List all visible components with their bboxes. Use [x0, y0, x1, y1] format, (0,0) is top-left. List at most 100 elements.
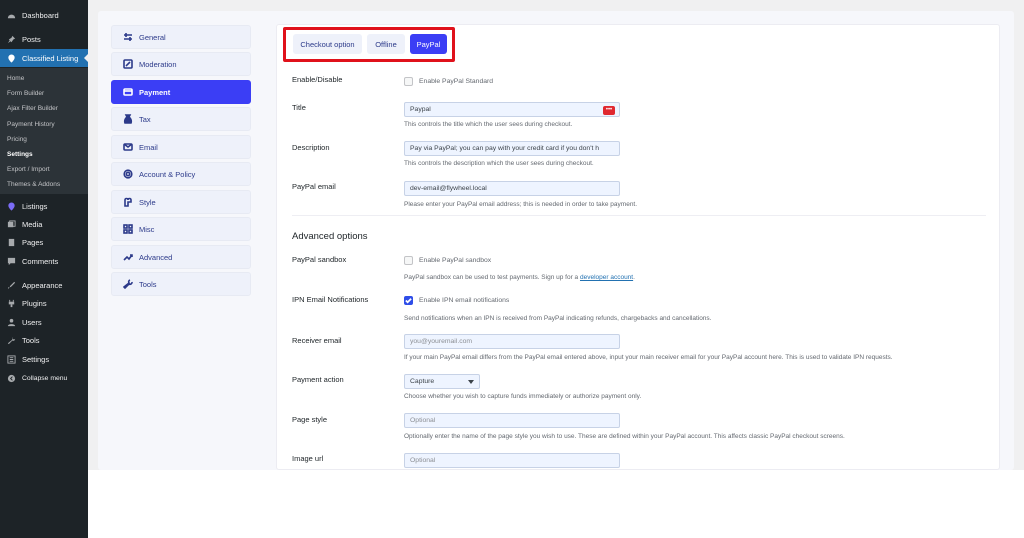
wp-menu-tools[interactable]: Tools — [0, 331, 88, 349]
bottom-area — [88, 470, 1024, 538]
tab-label: Checkout option — [300, 39, 355, 49]
settings-menu-payment[interactable]: Payment — [111, 80, 251, 104]
title-input-value: Paypal — [410, 106, 431, 113]
sandbox-label: PayPal sandbox — [292, 255, 347, 264]
wp-menu-label: Comments — [22, 256, 59, 266]
receiver-email-input[interactable]: you@youremail.com — [404, 334, 620, 349]
location-pin-icon — [6, 53, 16, 63]
wp-submenu-settings[interactable]: Settings — [7, 151, 33, 158]
wp-menu-label: Posts — [22, 34, 41, 44]
wp-submenu-home[interactable]: Home — [7, 75, 24, 82]
tab-checkout-option[interactable]: Checkout option — [293, 34, 362, 54]
settings-menu-account-policy[interactable]: Account & Policy — [111, 162, 251, 186]
gear-icon — [123, 169, 133, 179]
enable-paypal-row[interactable]: Enable PayPal Standard — [404, 77, 493, 86]
title-input[interactable]: Paypal ••• — [404, 102, 620, 117]
payment-action-value: Capture — [410, 378, 435, 385]
receiver-email-label: Receiver email — [292, 336, 342, 345]
wp-menu-label: Users — [22, 317, 42, 327]
wp-submenu-form-builder[interactable]: Form Builder — [7, 90, 44, 97]
settings-menu-label: Style — [139, 197, 156, 207]
description-label: Description — [292, 143, 330, 152]
settings-menu-style[interactable]: Style — [111, 190, 251, 214]
paypal-email-input[interactable]: dev-email@flywheel.local — [404, 181, 620, 196]
paypal-email-value: dev-email@flywheel.local — [410, 185, 487, 192]
title-help: This controls the title which the user s… — [404, 121, 573, 128]
wp-menu-appearance[interactable]: Appearance — [0, 276, 88, 294]
chevron-down-icon — [468, 380, 474, 384]
settings-menu-tools[interactable]: Tools — [111, 272, 251, 296]
payment-action-select[interactable]: Capture — [404, 374, 480, 389]
wp-menu-collapse[interactable]: Collapse menu — [0, 369, 88, 387]
wp-menu-label: Pages — [22, 237, 44, 247]
plugin-icon — [6, 298, 16, 308]
wrench-icon — [6, 335, 16, 345]
media-icon — [6, 219, 16, 229]
section-divider — [292, 215, 986, 216]
sandbox-help: PayPal sandbox can be used to test payme… — [404, 274, 635, 281]
settings-menu-label: Moderation — [139, 59, 177, 69]
content-card — [276, 24, 1000, 470]
wp-menu-classified-listing[interactable]: Classified Listing — [0, 49, 89, 67]
settings-menu-label: Account & Policy — [139, 169, 196, 179]
wp-menu-label: Media — [22, 219, 43, 229]
credit-card-icon — [123, 87, 133, 97]
payment-action-help: Choose whether you wish to capture funds… — [404, 393, 642, 400]
developer-account-link[interactable]: developer account — [580, 274, 633, 281]
description-help: This controls the description which the … — [404, 160, 594, 167]
tab-offline[interactable]: Offline — [367, 34, 405, 54]
wp-menu-users[interactable]: Users — [0, 313, 88, 331]
settings-menu-label: Email — [139, 142, 158, 152]
settings-menu-moderation[interactable]: Moderation — [111, 52, 251, 76]
image-url-input[interactable]: Optional — [404, 453, 620, 468]
wp-submenu-ajax-filter-builder[interactable]: Ajax Filter Builder — [7, 105, 58, 112]
payment-action-label: Payment action — [292, 375, 344, 384]
wp-menu-plugins[interactable]: Plugins — [0, 294, 88, 312]
settings-menu-label: General — [139, 32, 166, 42]
settings-menu-general[interactable]: General — [111, 25, 251, 49]
settings-menu-misc[interactable]: Misc — [111, 217, 251, 241]
password-manager-icon[interactable]: ••• — [603, 106, 615, 115]
wp-menu-listings[interactable]: Listings — [0, 197, 88, 215]
wp-menu-label: Listings — [22, 201, 48, 211]
settings-menu-label: Advanced — [139, 252, 173, 262]
wp-menu-comments[interactable]: Comments — [0, 252, 88, 270]
description-input[interactable]: Pay via PayPal; you can pay with your cr… — [404, 141, 620, 156]
ipn-row[interactable]: Enable IPN email notifications — [404, 296, 509, 305]
page-style-label: Page style — [292, 415, 328, 424]
settings-menu-tax[interactable]: Tax — [111, 107, 251, 131]
location-pin-icon — [6, 201, 16, 211]
sliders-icon — [123, 32, 133, 42]
wp-menu-media[interactable]: Media — [0, 215, 88, 233]
image-url-label: Image url — [292, 454, 324, 463]
wp-menu-settings[interactable]: Settings — [0, 350, 88, 368]
settings-menu-email[interactable]: Email — [111, 135, 251, 159]
paypal-email-help: Please enter your PayPal email address; … — [404, 201, 638, 208]
settings-menu-label: Misc — [139, 224, 155, 234]
settings-icon — [6, 354, 16, 364]
wp-menu-dashboard[interactable]: Dashboard — [0, 6, 88, 24]
tab-label: Offline — [375, 39, 397, 49]
tab-paypal[interactable]: PayPal — [410, 34, 447, 54]
sandbox-row[interactable]: Enable PayPal sandbox — [404, 256, 491, 265]
wp-menu-pages[interactable]: Pages — [0, 233, 88, 251]
wp-submenu-themes-addons[interactable]: Themes & Addons — [7, 181, 60, 188]
sandbox-checkbox[interactable] — [404, 256, 413, 265]
grid-icon — [123, 224, 133, 234]
ipn-checkbox[interactable] — [404, 296, 413, 305]
enable-paypal-checkbox[interactable] — [404, 77, 413, 86]
settings-menu-advanced[interactable]: Advanced — [111, 245, 251, 269]
check-icon — [405, 298, 412, 304]
wp-menu-label: Tools — [22, 335, 40, 345]
page-style-input[interactable]: Optional — [404, 413, 620, 428]
wp-submenu-export-import[interactable]: Export / Import — [7, 166, 50, 173]
wp-menu-label: Appearance — [22, 280, 63, 290]
enable-paypal-checkbox-label: Enable PayPal Standard — [419, 78, 494, 85]
sandbox-help-end: . — [633, 274, 635, 281]
receiver-email-help: If your main PayPal email differs from t… — [404, 354, 893, 361]
wp-submenu-pricing[interactable]: Pricing — [7, 136, 27, 143]
tax-bag-icon — [123, 114, 133, 124]
wp-menu-posts[interactable]: Posts — [0, 30, 88, 48]
collapse-icon — [6, 373, 16, 383]
wp-submenu-payment-history[interactable]: Payment History — [7, 121, 55, 128]
